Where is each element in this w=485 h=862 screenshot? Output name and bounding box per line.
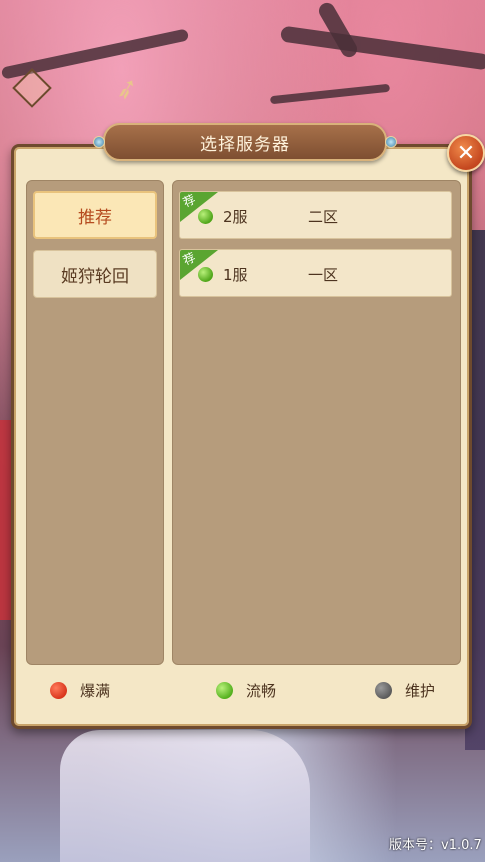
tree-branch — [269, 83, 391, 105]
bird-icon: ➶ — [111, 69, 143, 108]
legend-smooth: 流畅 — [216, 680, 276, 701]
server-row[interactable]: 荐 2服 二区 — [179, 191, 452, 239]
status-smooth-icon — [198, 209, 213, 224]
status-full-icon — [50, 682, 67, 699]
status-smooth-icon — [216, 682, 233, 699]
legend-full: 爆满 — [50, 680, 110, 701]
server-list: 荐 2服 二区 荐 1服 一区 — [172, 180, 461, 665]
legend-label: 维护 — [405, 682, 436, 700]
tab-label: 姬狩轮回 — [61, 266, 129, 287]
tree-branch — [316, 0, 360, 60]
status-maintenance-icon — [375, 682, 392, 699]
tab-jishou-lunhui[interactable]: 姬狩轮回 — [33, 250, 157, 298]
category-list: 推荐 姬狩轮回 — [26, 180, 164, 665]
tab-recommended[interactable]: 推荐 — [33, 191, 157, 239]
dialog-title: 选择服务器 — [93, 123, 397, 161]
close-icon: ✕ — [456, 140, 476, 166]
server-zone: 一区 — [308, 266, 339, 284]
server-row[interactable]: 荐 1服 一区 — [179, 249, 452, 297]
character-art — [60, 730, 310, 862]
server-name: 1服 — [223, 266, 248, 284]
tree-branch — [279, 25, 485, 71]
server-zone: 二区 — [308, 208, 339, 226]
status-smooth-icon — [198, 267, 213, 282]
version-label: 版本号：v1.0.7 — [389, 838, 482, 853]
close-button[interactable]: ✕ — [447, 134, 485, 172]
server-name: 2服 — [223, 208, 248, 226]
legend-label: 流畅 — [246, 682, 277, 700]
legend-label: 爆满 — [80, 682, 111, 700]
tab-label: 推荐 — [78, 207, 112, 228]
legend-maintenance: 维护 — [375, 680, 435, 701]
